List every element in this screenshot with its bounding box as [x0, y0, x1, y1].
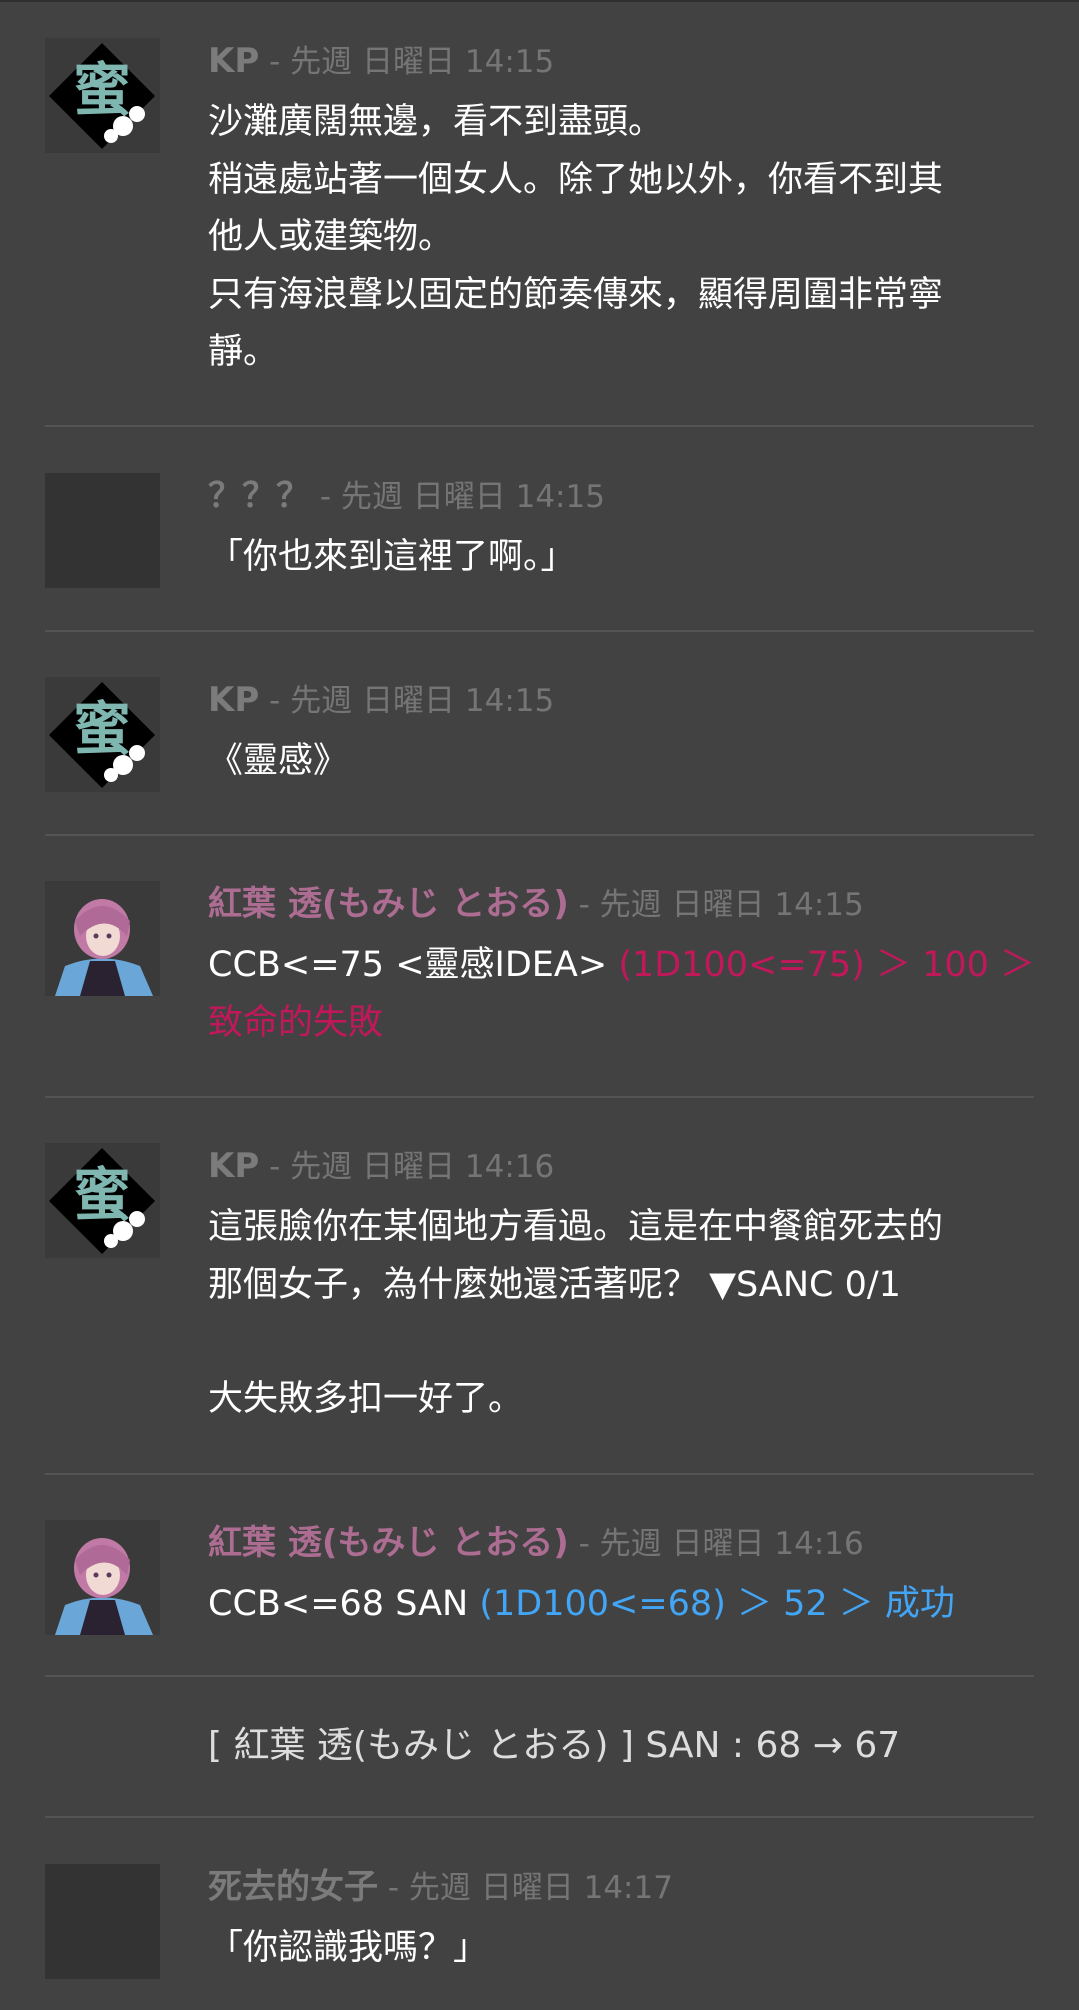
- svg-text:蜜: 蜜: [73, 1161, 131, 1229]
- svg-text:蜜: 蜜: [73, 695, 131, 763]
- text-line: 稍遠處站著一個女人。除了她以外，你看不到其: [208, 159, 944, 200]
- sender-name: KP: [208, 680, 260, 720]
- timestamp: - 先週 日曜日 14:15: [568, 887, 864, 923]
- text-line: 大失敗多扣一好了。: [208, 1379, 524, 1419]
- message-text: 「你認識我嗎？」: [208, 1920, 1068, 1978]
- kp-avatar-icon[interactable]: 蜜: [45, 1143, 160, 1258]
- text-line: 《靈感》: [208, 741, 349, 781]
- divider: [45, 834, 1034, 836]
- sender-name: KP: [208, 41, 260, 81]
- timestamp: - 先週 日曜日 14:17: [378, 1870, 673, 1906]
- sender-name: KP: [208, 1146, 260, 1186]
- sender-name: 死去的女子: [208, 1867, 378, 1907]
- dice-roll-text: CCB<=68 SAN (1D100<=68) ＞ 52 ＞ 成功: [208, 1576, 1068, 1634]
- text-line: 那個女子，為什麼她還活著呢？ ▼SANC 0/1: [208, 1264, 901, 1305]
- text-line: 「你也來到這裡了啊。」: [208, 537, 576, 577]
- divider: [45, 425, 1034, 427]
- svg-text:蜜: 蜜: [73, 56, 131, 124]
- timestamp: - 先週 日曜日 14:15: [310, 479, 605, 515]
- divider: [45, 1816, 1034, 1818]
- blank-avatar-icon[interactable]: [45, 1864, 160, 1979]
- roll-result-fail: (1D100<=75) ＞ 100 ＞: [618, 945, 1036, 985]
- text-line: [208, 1314, 1068, 1371]
- sender-name: ？？？: [208, 476, 310, 516]
- timestamp: - 先週 日曜日 14:16: [259, 1149, 555, 1185]
- text-line: 只有海浪聲以固定的節奏傳來，顯得周圍非常寧: [208, 274, 944, 315]
- message-text: 《靈感》: [208, 733, 1068, 791]
- divider: [45, 1675, 1034, 1677]
- message-text: 沙灘廣闊無邊，看不到盡頭。 稍遠處站著一個女人。除了她以外，你看不到其 他人或建…: [208, 94, 1068, 382]
- player-avatar-icon[interactable]: [45, 1520, 160, 1635]
- dice-roll-text: CCB<=75 <靈感IDEA> (1D100<=75) ＞ 100 ＞ 致命的…: [208, 937, 1068, 1052]
- divider: [45, 630, 1034, 632]
- kp-avatar-icon[interactable]: 蜜: [45, 38, 160, 153]
- text-line: 這張臉你在某個地方看過。這是在中餐館死去的: [208, 1207, 944, 1247]
- text-line: 靜。: [208, 332, 279, 372]
- message-text: 這張臉你在某個地方看過。這是在中餐館死去的 那個女子，為什麼她還活著呢？ ▼SA…: [208, 1199, 1068, 1429]
- roll-command: CCB<=75 <靈感IDEA>: [208, 945, 619, 985]
- text-line: 他人或建築物。: [208, 217, 454, 257]
- system-message: [ 紅葉 透(もみじ とおる) ] SAN : 68 → 67: [208, 1725, 901, 1766]
- text-line: CCB<=68 SAN (1D100<=68) ＞ 52 ＞ 成功: [208, 1576, 1068, 1634]
- timestamp: - 先週 日曜日 14:15: [259, 44, 555, 80]
- timestamp: - 先週 日曜日 14:16: [568, 1526, 864, 1562]
- roll-result-fumble: 致命的失敗: [208, 1002, 384, 1043]
- text-line: 「你認識我嗎？」: [208, 1928, 489, 1968]
- divider: [45, 1096, 1034, 1098]
- player-avatar-icon[interactable]: [45, 881, 160, 996]
- sender-name: 紅葉 透(もみじ とおる): [208, 1523, 569, 1563]
- message-text: 「你也來到這裡了啊。」: [208, 529, 1068, 587]
- kp-avatar-icon[interactable]: 蜜: [45, 677, 160, 792]
- divider: [45, 1473, 1034, 1475]
- sender-name: 紅葉 透(もみじ とおる): [208, 884, 569, 924]
- blank-avatar-icon[interactable]: [45, 473, 160, 588]
- text-line: CCB<=75 <靈感IDEA> (1D100<=75) ＞ 100 ＞: [208, 937, 1068, 995]
- roll-command: CCB<=68 SAN: [208, 1584, 480, 1624]
- roll-result-success: (1D100<=68) ＞ 52 ＞ 成功: [479, 1584, 955, 1624]
- timestamp: - 先週 日曜日 14:15: [259, 683, 555, 719]
- text-line: 沙灘廣闊無邊，看不到盡頭。: [208, 102, 664, 142]
- chat-log: 蜜 KP - 先週 日曜日 14:15 沙灘廣闊無邊，看不到盡頭。 稍遠處站著一…: [0, 0, 1079, 2010]
